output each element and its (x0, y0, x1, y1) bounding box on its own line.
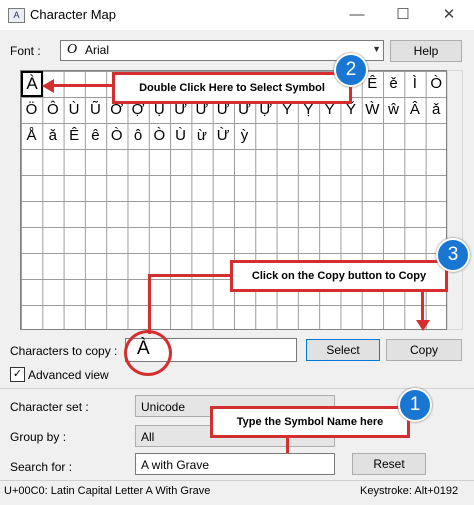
chevron-down-icon: ▼ (372, 44, 381, 54)
search-input[interactable]: A with Grave (135, 453, 335, 475)
divider (0, 388, 474, 389)
callout-1-box: Type the Symbol Name here (210, 406, 410, 438)
minimize-button[interactable]: — (334, 0, 380, 30)
grid-cell-char[interactable]: Ù (64, 97, 85, 123)
grid-cell-char[interactable]: Å (21, 123, 42, 149)
grid-cell-char[interactable]: Ê (64, 123, 85, 149)
grid-cell-char[interactable]: Ò (106, 123, 127, 149)
font-select[interactable]: O Arial ▼ (60, 40, 384, 61)
font-label: Font : (10, 44, 41, 58)
character-map-icon: A (8, 8, 25, 23)
characters-to-copy-label: Characters to copy : (10, 344, 118, 358)
maximize-button[interactable]: ☐ (380, 0, 426, 30)
help-button[interactable]: Help (390, 40, 462, 62)
callout-1-badge: 1 (398, 388, 432, 422)
characters-to-copy-value: À (137, 338, 150, 359)
callout-2-arrow-line (50, 84, 112, 87)
search-value: A with Grave (141, 458, 210, 472)
grid-cell-char[interactable]: Ö (21, 97, 42, 123)
grid-cell-char[interactable]: Ô (42, 97, 63, 123)
grid-cell-char[interactable]: ǎ (42, 123, 63, 149)
grid-cell-char[interactable]: ừ (191, 123, 212, 149)
grid-cell-char[interactable]: ô (128, 123, 149, 149)
reset-button[interactable]: Reset (352, 453, 426, 475)
grid-cell-char[interactable]: Â (404, 97, 425, 123)
opentype-font-icon: O (67, 42, 78, 57)
grid-cell-char[interactable]: Ừ (213, 123, 234, 149)
grid-cell-char[interactable]: Ò (149, 123, 170, 149)
callout-2-arrowhead-icon (42, 79, 54, 93)
group-by-label: Group by : (10, 430, 67, 444)
callout-3-line-down (421, 292, 424, 322)
callout-3-line-vertical (148, 274, 151, 334)
callout-2-badge: 2 (334, 53, 368, 87)
callout-3-box: Click on the Copy button to Copy (230, 260, 448, 292)
advanced-view-label: Advanced view (28, 368, 109, 382)
grid-cell-char[interactable]: Ù (170, 123, 191, 149)
grid-cell-char[interactable]: ŵ (383, 97, 404, 123)
callout-3-arrowhead-icon (416, 320, 430, 331)
status-keystroke: Keystroke: Alt+0192 (360, 485, 459, 497)
search-label: Search for : (10, 460, 73, 474)
grid-cell-char[interactable]: ê (85, 123, 106, 149)
character-set-label: Character set : (10, 400, 89, 414)
font-value: Arial (85, 43, 110, 57)
callout-3-line-horizontal (148, 274, 230, 277)
close-button[interactable]: ✕ (426, 0, 472, 30)
callout-2-box: Double Click Here to Select Symbol (112, 72, 352, 104)
callout-3-badge: 3 (436, 238, 470, 272)
group-by-value: All (141, 430, 155, 444)
selected-character-cell[interactable]: À (21, 71, 43, 97)
window-title: Character Map (30, 7, 116, 22)
advanced-view-checkbox[interactable]: ✓ (10, 367, 25, 382)
grid-cell-char[interactable]: ě (383, 71, 404, 97)
select-button[interactable]: Select (306, 339, 380, 361)
character-set-value: Unicode (141, 400, 186, 414)
grid-cell-char[interactable]: ǎ (426, 97, 447, 123)
grid-cell-char[interactable]: Ẁ (362, 97, 383, 123)
status-description: U+00C0: Latin Capital Letter A With Grav… (4, 485, 211, 497)
grid-cell-char[interactable]: ỳ (234, 123, 255, 149)
copy-button[interactable]: Copy (386, 339, 462, 361)
grid-cell-char[interactable]: Ũ (85, 97, 106, 123)
grid-cell-char[interactable]: Ì (404, 71, 425, 97)
grid-cell-char[interactable]: Ò (426, 71, 447, 97)
grid-scrollbar[interactable] (447, 70, 463, 330)
